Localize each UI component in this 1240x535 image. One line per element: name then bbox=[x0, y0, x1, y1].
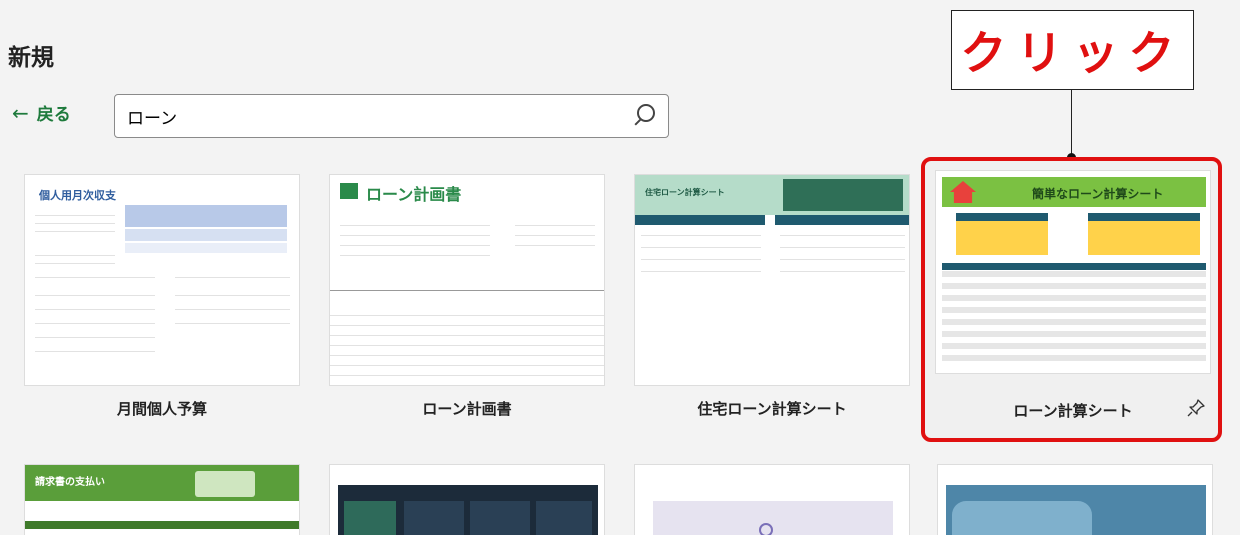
thumb-title: 簡単なローン計算シート bbox=[1032, 187, 1164, 201]
thumb-line bbox=[35, 337, 155, 338]
thumb-block bbox=[125, 205, 287, 227]
thumb-illustration bbox=[195, 471, 255, 497]
thumb-block bbox=[470, 501, 530, 535]
thumb-row bbox=[942, 307, 1206, 313]
thumb-row bbox=[942, 271, 1206, 277]
template-thumbnail: ローン計画書 bbox=[329, 174, 605, 386]
thumb-line bbox=[330, 365, 604, 366]
annotation-leader-line bbox=[1071, 90, 1072, 156]
template-thumbnail bbox=[329, 464, 605, 535]
thumb-line bbox=[780, 259, 905, 260]
thumb-block bbox=[952, 501, 1092, 535]
thumb-line bbox=[330, 335, 604, 336]
thumb-block bbox=[653, 501, 893, 535]
thumb-line bbox=[641, 271, 761, 272]
thumb-block bbox=[125, 229, 287, 241]
thumb-line bbox=[35, 255, 115, 256]
template-label: ローン計画書 bbox=[422, 400, 512, 418]
template-label: 住宅ローン計算シート bbox=[697, 400, 847, 418]
thumb-line bbox=[175, 295, 290, 296]
thumb-line bbox=[330, 375, 604, 376]
template-thumbnail: 請求書の支払い bbox=[24, 464, 300, 535]
thumb-line bbox=[340, 225, 490, 226]
back-label: 戻る bbox=[36, 105, 71, 125]
thumb-block bbox=[125, 243, 287, 253]
thumb-line bbox=[641, 259, 761, 260]
thumb-line bbox=[35, 351, 155, 352]
bank-icon bbox=[340, 183, 358, 199]
template-thumbnail: 個人用月次収支 bbox=[24, 174, 300, 386]
thumb-line bbox=[641, 247, 761, 248]
thumb-line bbox=[330, 315, 604, 316]
page-title: 新規 bbox=[8, 45, 54, 71]
thumb-title: 住宅ローン計算シート bbox=[645, 188, 725, 197]
thumb-row bbox=[942, 319, 1206, 325]
thumb-line bbox=[780, 271, 905, 272]
thumb-line bbox=[35, 263, 115, 264]
thumb-line bbox=[35, 277, 155, 278]
thumb-line bbox=[780, 247, 905, 248]
thumb-line bbox=[35, 323, 155, 324]
thumb-block bbox=[1088, 221, 1200, 255]
thumb-line bbox=[780, 235, 905, 236]
template-label: ローン計算シート bbox=[1013, 402, 1133, 420]
thumb-row bbox=[942, 343, 1206, 349]
thumb-block bbox=[942, 263, 1206, 270]
annotation-callout: クリック bbox=[951, 10, 1194, 90]
thumb-block bbox=[344, 501, 396, 535]
thumb-row bbox=[942, 283, 1206, 289]
thumb-line bbox=[35, 231, 115, 232]
thumb-block bbox=[775, 215, 909, 225]
template-thumbnail bbox=[937, 464, 1213, 535]
thumb-line bbox=[175, 323, 290, 324]
search-box[interactable] bbox=[114, 94, 669, 138]
thumb-title: 個人用月次収支 bbox=[39, 189, 116, 202]
thumb-line bbox=[35, 309, 155, 310]
thumb-line bbox=[330, 345, 604, 346]
thumb-row bbox=[942, 295, 1206, 301]
thumb-line bbox=[35, 295, 155, 296]
thumb-line bbox=[175, 277, 290, 278]
template-thumbnail bbox=[634, 464, 910, 535]
thumb-line bbox=[340, 255, 490, 256]
thumb-line bbox=[340, 245, 490, 246]
pin-icon[interactable] bbox=[1186, 398, 1206, 418]
thumb-row bbox=[942, 355, 1206, 361]
search-icon[interactable] bbox=[630, 103, 656, 129]
thumb-line bbox=[340, 235, 490, 236]
thumb-line bbox=[330, 325, 604, 326]
thumb-title: ローン計画書 bbox=[366, 185, 462, 204]
search-input[interactable] bbox=[127, 106, 630, 126]
template-label: 月間個人予算 bbox=[116, 400, 207, 418]
thumb-block bbox=[536, 501, 592, 535]
thumb-block bbox=[956, 221, 1048, 255]
thumb-line bbox=[35, 223, 115, 224]
thumb-line bbox=[515, 225, 595, 226]
template-thumbnail: 簡単なローン計算シート bbox=[935, 170, 1211, 374]
thumb-line bbox=[515, 235, 595, 236]
back-button[interactable]: ← 戻る bbox=[12, 100, 71, 126]
thumb-line bbox=[330, 355, 604, 356]
thumb-line bbox=[641, 235, 761, 236]
back-arrow-icon: ← bbox=[12, 100, 29, 125]
template-thumbnail: 住宅ローン計算シート bbox=[634, 174, 910, 386]
thumb-line bbox=[35, 215, 115, 216]
thumb-node bbox=[759, 523, 773, 535]
thumb-line bbox=[515, 245, 595, 246]
thumb-block bbox=[404, 501, 464, 535]
thumb-block bbox=[1088, 213, 1200, 221]
thumb-title: 請求書の支払い bbox=[35, 477, 105, 488]
thumb-block bbox=[635, 215, 765, 225]
thumb-block bbox=[783, 179, 903, 211]
thumb-row bbox=[942, 331, 1206, 337]
thumb-block bbox=[25, 521, 299, 529]
thumb-line bbox=[175, 309, 290, 310]
thumb-block bbox=[956, 213, 1048, 221]
thumb-line bbox=[330, 290, 604, 291]
